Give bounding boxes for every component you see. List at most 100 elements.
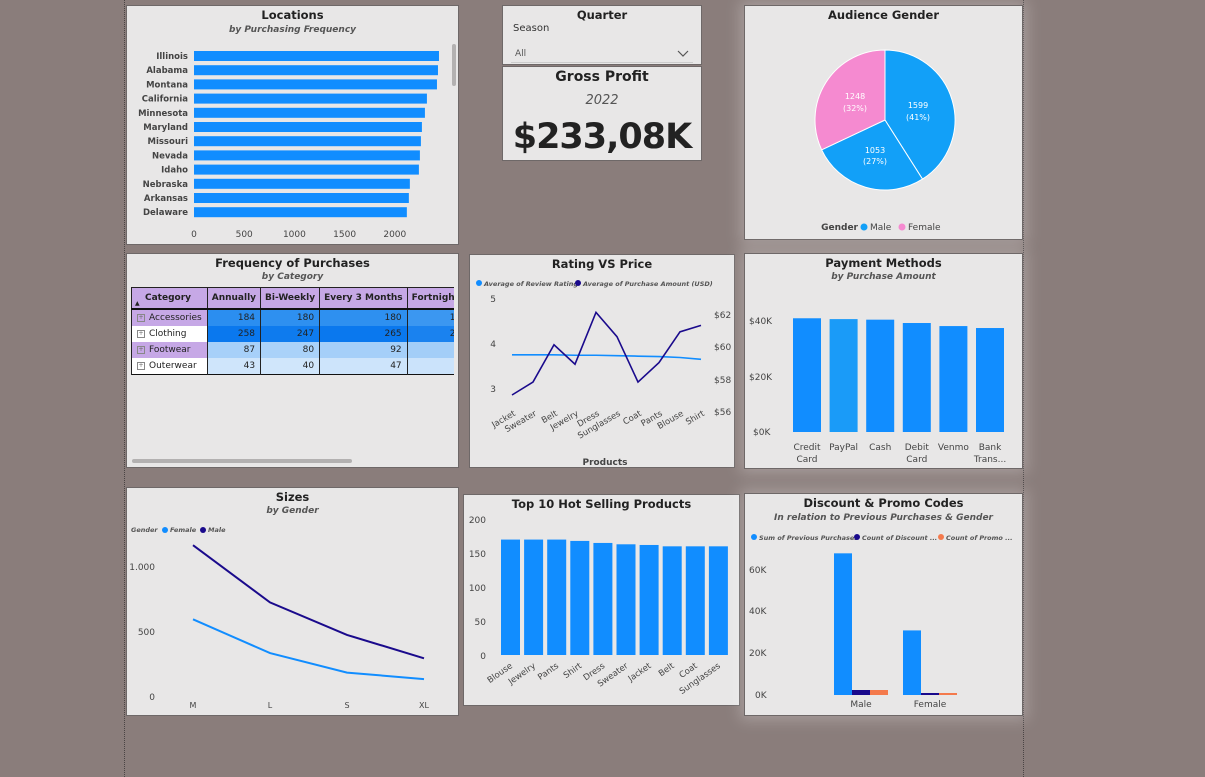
chevron-down-icon[interactable] xyxy=(677,50,689,58)
product-bar xyxy=(501,539,520,655)
season-dropdown[interactable]: All xyxy=(511,42,693,63)
sizes-card[interactable]: Sizes by Gender Gender Female Male 1.000… xyxy=(126,487,459,716)
location-x-tick: 1500 xyxy=(333,230,356,240)
product-bar xyxy=(547,539,567,655)
legend-female-dot xyxy=(162,527,168,533)
audience-gender-card[interactable]: Audience Gender 1599 (41%) 1053 (27%) 12… xyxy=(744,5,1023,240)
location-label: Minnesota xyxy=(138,109,188,119)
locations-card[interactable]: Locations by Purchasing Frequency Illino… xyxy=(126,5,459,245)
discount-promo-card[interactable]: Discount & Promo Codes In relation to Pr… xyxy=(744,493,1023,716)
gender-pie-chart: 1599 (41%) 1053 (27%) 1248 (32%) Gender … xyxy=(814,49,956,233)
col-header-annually[interactable]: Annually xyxy=(206,287,262,310)
location-bar xyxy=(194,93,427,104)
disc-tick-60k: 60K xyxy=(749,566,767,576)
discount-bar xyxy=(870,690,888,695)
expand-icon[interactable]: + xyxy=(137,361,145,370)
table-row[interactable]: +Clothing 258 247 265 223 xyxy=(131,326,454,342)
col-header-category[interactable]: Category ▲ xyxy=(131,287,208,310)
top10-tick-200: 200 xyxy=(469,516,486,526)
top10-card[interactable]: Top 10 Hot Selling Products 200 150 100 … xyxy=(463,494,740,706)
rating-price-card[interactable]: Rating VS Price Average of Review Rating… xyxy=(469,254,735,468)
location-bar xyxy=(194,207,407,218)
frequency-card[interactable]: Frequency of Purchases by Category Categ… xyxy=(126,253,459,468)
gross-profit-card[interactable]: Gross Profit 2022 $233,08K xyxy=(502,66,702,161)
payment-x-label: Bank xyxy=(979,443,1002,453)
payment-bar xyxy=(976,328,1004,432)
payment-x-label: PayPal xyxy=(829,443,858,453)
table-row[interactable]: +Outerwear 43 40 47 53 xyxy=(131,358,454,375)
discount-bar xyxy=(903,630,921,695)
right-tick-60: $60 xyxy=(714,343,731,353)
payment-methods-card[interactable]: Payment Methods by Purchase Amount $40K … xyxy=(744,253,1023,469)
legend-promo-dot xyxy=(938,534,944,540)
discount-bar xyxy=(834,553,852,695)
location-label: Illinois xyxy=(156,52,188,62)
vertical-scrollbar xyxy=(452,44,456,86)
col-header-fortnightly[interactable]: Fortnightly xyxy=(406,287,454,310)
legend-rating-dot xyxy=(476,280,482,286)
disc-tick-40k: 40K xyxy=(749,607,767,617)
legend-disc-label: Count of Discount ... xyxy=(862,534,937,542)
legend-prev-dot xyxy=(751,534,757,540)
location-label: Nebraska xyxy=(143,180,189,190)
payment-chart: $40K $20K $0K Credit Card PayPal Cash Debit C… xyxy=(749,317,1006,465)
pie-label-male-pct: (41%) xyxy=(906,113,930,122)
quarter-slicer[interactable]: Quarter Season All xyxy=(502,5,702,65)
rating-line xyxy=(512,354,702,361)
pie-label-female-pct: (32%) xyxy=(843,104,867,113)
product-x-tick: Jacket xyxy=(626,661,654,685)
discount-x-label: Male xyxy=(850,700,872,710)
right-tick-56: $56 xyxy=(714,408,731,418)
horizontal-scrollbar[interactable] xyxy=(132,459,352,463)
locations-chart: Illinois Alabama Montana California Minnesot… xyxy=(138,44,456,240)
expand-icon[interactable]: + xyxy=(137,329,145,338)
legend-disc-dot xyxy=(854,534,860,540)
location-label: Idaho xyxy=(161,166,188,176)
rating-x-tick: Shirt xyxy=(684,409,707,428)
top10-tick-0: 0 xyxy=(480,652,486,662)
payment-x-label: Cash xyxy=(869,443,891,453)
rating-x-axis-title: Products xyxy=(582,458,627,468)
discount-x-label: Female xyxy=(914,700,947,710)
profit-value: $233,08K xyxy=(512,117,693,157)
disc-tick-20k: 20K xyxy=(749,649,767,659)
sizes-legend-title: Gender xyxy=(131,526,158,534)
sizes-tick-500: 500 xyxy=(138,628,155,638)
location-label: Alabama xyxy=(146,66,188,76)
product-bar xyxy=(708,546,728,655)
rating-price-chart: Average of Review Rating Average of Purc… xyxy=(476,280,731,468)
sizes-x-tick: XL xyxy=(419,701,429,710)
legend-female-label: Female xyxy=(170,526,197,534)
location-bar xyxy=(194,164,419,175)
top10-tick-50: 50 xyxy=(475,618,487,628)
table-row[interactable]: +Footwear 87 80 92 96 xyxy=(131,342,454,358)
product-bar xyxy=(639,544,659,655)
profit-title: Gross Profit xyxy=(555,69,649,85)
sizes-x-tick: M xyxy=(190,701,197,710)
payment-bar xyxy=(793,318,821,432)
col-header-every3months[interactable]: Every 3 Months xyxy=(319,287,408,310)
top10-chart: 200 150 100 50 0 BlouseJewelryPants Shirt… xyxy=(469,516,728,697)
table-row[interactable]: +Accessories 184 180 180 170 xyxy=(131,309,454,326)
legend-male-dot xyxy=(860,223,868,231)
pay-tick-0k: $0K xyxy=(753,428,771,438)
female-line xyxy=(192,618,425,681)
pie-label-female-value: 1248 xyxy=(845,92,865,101)
location-bar xyxy=(194,193,409,203)
discount-bar xyxy=(939,693,957,695)
season-label: Season xyxy=(513,23,550,34)
location-label: Nevada xyxy=(152,151,188,161)
sizes-tick-0: 0 xyxy=(149,693,155,703)
pie-label-other-value: 1053 xyxy=(865,146,885,155)
matrix-viewport: Category ▲ Annually Bi-Weekly Every 3 Mon… xyxy=(127,254,454,454)
col-header-biweekly[interactable]: Bi-Weekly xyxy=(260,287,321,310)
location-bar xyxy=(194,79,437,90)
expand-icon[interactable]: + xyxy=(137,313,145,322)
payment-x-label: Card xyxy=(796,455,817,465)
legend-male-label: Male xyxy=(208,526,226,534)
location-label: California xyxy=(142,95,188,105)
product-x-tick: Belt xyxy=(657,661,677,679)
left-tick-4: 4 xyxy=(490,340,496,350)
left-tick-3: 3 xyxy=(490,385,496,395)
expand-icon[interactable]: + xyxy=(137,345,145,354)
